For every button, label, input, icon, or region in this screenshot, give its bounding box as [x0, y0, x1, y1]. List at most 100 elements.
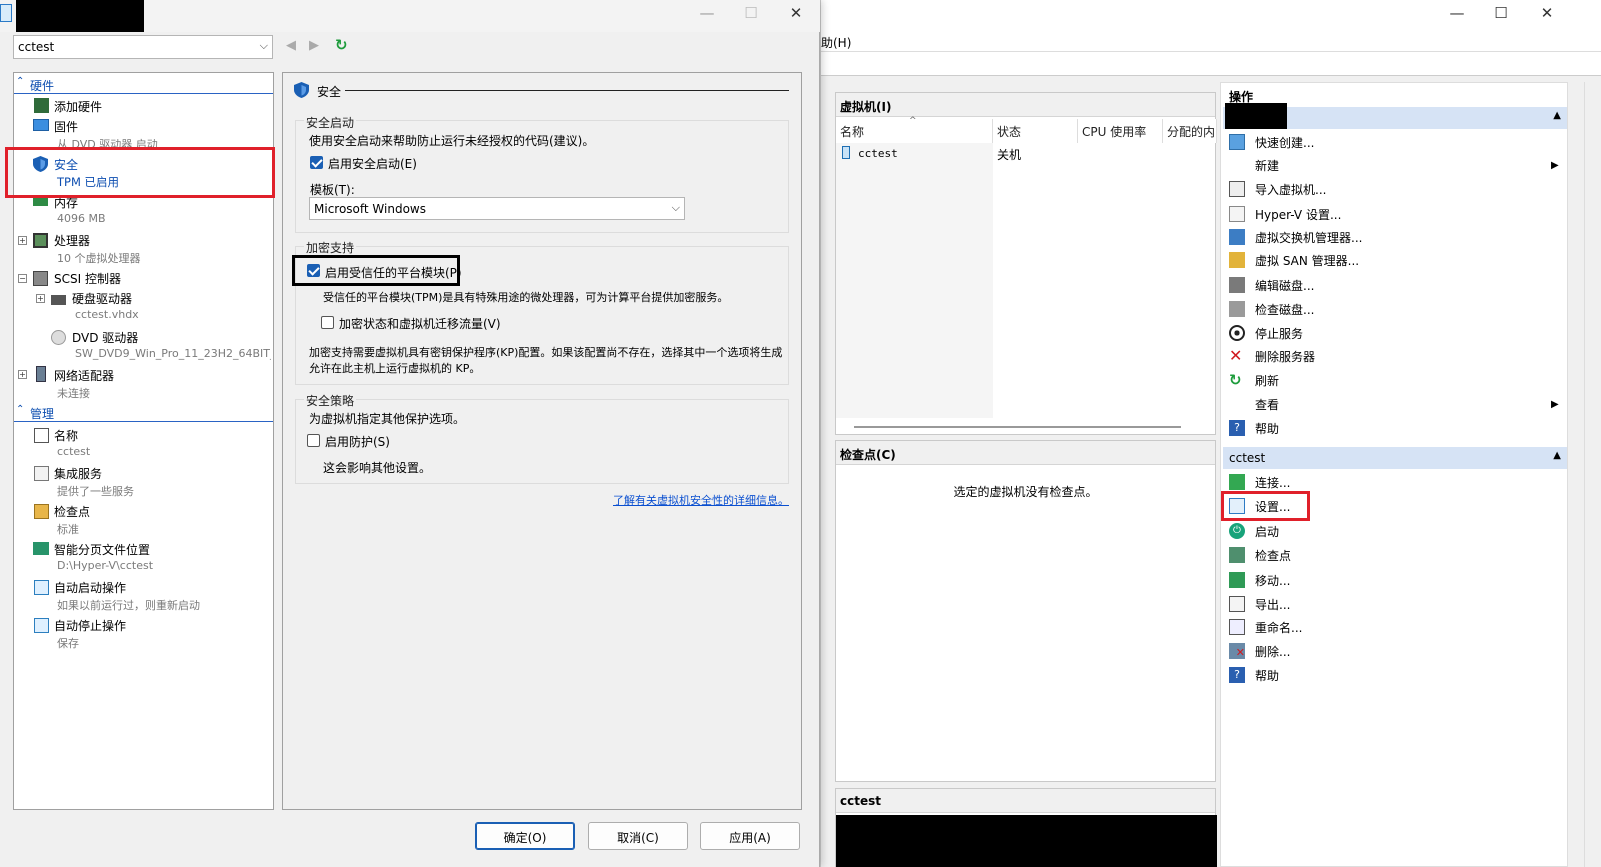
- learn-more-link[interactable]: 了解有关虚拟机安全性的详细信息。: [613, 492, 789, 508]
- move-icon: [1229, 572, 1245, 588]
- minimize-icon[interactable]: —: [1447, 4, 1467, 22]
- tree-processor[interactable]: 处理器: [54, 232, 90, 249]
- tree-dvd-drive[interactable]: DVD 驱动器: [72, 329, 138, 346]
- action-refresh[interactable]: ↻ 刷新: [1229, 369, 1569, 391]
- hardware-section[interactable]: ⌃ 硬件: [14, 76, 273, 94]
- tree-auto-stop[interactable]: 自动停止操作: [54, 617, 126, 634]
- action-export[interactable]: 导出...: [1229, 593, 1569, 615]
- h-scrollbar[interactable]: [854, 426, 1181, 428]
- tree-hard-drive[interactable]: 硬盘驱动器: [72, 290, 132, 307]
- management-section[interactable]: ⌃ 管理: [14, 404, 273, 422]
- tree-integration[interactable]: 集成服务: [54, 465, 102, 482]
- action-checkpoint[interactable]: 检查点: [1229, 544, 1569, 566]
- add-hardware-icon: [34, 98, 49, 113]
- smart-paging-icon: [33, 542, 49, 555]
- col-memory[interactable]: 分配的内: [1163, 119, 1217, 143]
- action-delete[interactable]: ✕ 删除...: [1229, 640, 1569, 662]
- manager-scrollbar[interactable]: [1584, 82, 1601, 867]
- title-redacted: [16, 0, 144, 32]
- expand-icon[interactable]: +: [36, 294, 45, 303]
- network-switch-icon: [1229, 229, 1245, 245]
- kp-desc-line1: 加密支持需要虚拟机具有密钥保护程序(KP)配置。如果该配置尚不存在，选择其中一个…: [309, 346, 783, 359]
- shielding-label[interactable]: 启用防护(S): [325, 433, 390, 450]
- expand-icon[interactable]: +: [18, 370, 27, 379]
- collapse-icon[interactable]: ▲: [1553, 450, 1561, 461]
- tree-auto-start[interactable]: 自动启动操作: [54, 579, 126, 596]
- secure-boot-checkbox[interactable]: [310, 156, 323, 169]
- tpm-desc: 受信任的平台模块(TPM)是具有特殊用途的微处理器，可为计算平台提供加密服务。: [323, 291, 729, 304]
- hard-drive-icon: [51, 295, 66, 305]
- encrypt-traffic-checkbox[interactable]: [321, 316, 334, 329]
- server-section-header[interactable]: ▲: [1223, 103, 1567, 129]
- template-select[interactable]: Microsoft Windows ⌵: [309, 197, 685, 220]
- action-remove-server[interactable]: ✕ 删除服务器: [1229, 345, 1569, 367]
- refresh-icon[interactable]: ↻: [335, 36, 348, 54]
- action-connect[interactable]: 连接...: [1229, 471, 1569, 493]
- inspect-disk-icon: [1229, 301, 1245, 317]
- name-icon: [34, 428, 49, 443]
- action-view[interactable]: 查看 ▶: [1229, 393, 1569, 415]
- expand-icon[interactable]: +: [18, 236, 27, 245]
- encrypt-traffic-label[interactable]: 加密状态和虚拟机迁移流量(V): [339, 315, 501, 332]
- action-move[interactable]: 移动...: [1229, 569, 1569, 591]
- cancel-button[interactable]: 取消(C): [588, 822, 688, 850]
- submenu-arrow-icon: ▶: [1551, 398, 1559, 410]
- help-icon: ?: [1229, 667, 1245, 683]
- tree-smart-paging[interactable]: 智能分页文件位置: [54, 541, 150, 558]
- action-help[interactable]: ? 帮助: [1229, 417, 1569, 439]
- tree-name[interactable]: 名称: [54, 427, 78, 444]
- tree-checkpoints[interactable]: 检查点: [54, 503, 90, 520]
- import-vm-icon: [1229, 181, 1245, 197]
- checkpoint-panel-title: 检查点(C): [836, 441, 1215, 465]
- dialog-titlebar: — ☐ ✕: [0, 0, 820, 32]
- action-import[interactable]: 导入虚拟机...: [1229, 178, 1569, 200]
- collapse-icon[interactable]: −: [18, 274, 27, 283]
- help-icon: ?: [1229, 420, 1245, 436]
- edit-disk-icon: [1229, 277, 1245, 293]
- action-new[interactable]: 新建 ▶: [1229, 154, 1569, 176]
- action-edit-disk[interactable]: 编辑磁盘...: [1229, 274, 1569, 296]
- maximize-icon[interactable]: ☐: [741, 4, 761, 22]
- close-icon[interactable]: ✕: [1537, 4, 1557, 22]
- ok-button[interactable]: 确定(O): [475, 822, 575, 850]
- vm-selector[interactable]: cctest ⌵: [13, 35, 273, 59]
- action-rename[interactable]: 重命名...: [1229, 616, 1569, 638]
- action-vswitch-manager[interactable]: 虚拟交换机管理器...: [1229, 226, 1569, 248]
- collapse-icon[interactable]: ▲: [1553, 110, 1561, 121]
- action-start[interactable]: ⏻ 启动: [1229, 520, 1569, 542]
- highlight-security-item: [5, 147, 275, 198]
- collapse-chevron-icon: ⌃: [16, 76, 25, 87]
- maximize-icon[interactable]: ☐: [1491, 4, 1511, 22]
- col-state[interactable]: 状态: [993, 119, 1078, 143]
- menu-help[interactable]: 助(H): [821, 34, 851, 51]
- action-help-vm[interactable]: ? 帮助: [1229, 664, 1569, 686]
- tree-scsi[interactable]: SCSI 控制器: [54, 270, 121, 287]
- action-inspect-disk[interactable]: 检查磁盘...: [1229, 298, 1569, 320]
- manager-menubar: 助(H): [821, 30, 1601, 52]
- action-hyperv-settings[interactable]: Hyper-V 设置...: [1229, 203, 1569, 225]
- connect-icon: [1229, 474, 1245, 490]
- action-vsan-manager[interactable]: 虚拟 SAN 管理器...: [1229, 249, 1569, 271]
- network-adapter-icon: [36, 366, 46, 382]
- shield-icon: [294, 82, 309, 101]
- secure-boot-label[interactable]: 启用安全启动(E): [328, 155, 417, 172]
- checkpoint-icon: [1229, 547, 1245, 563]
- table-row[interactable]: cctest 关机: [836, 143, 1216, 163]
- minimize-icon[interactable]: —: [697, 4, 717, 22]
- vm-section-header[interactable]: cctest ▲: [1223, 447, 1567, 469]
- shielding-checkbox[interactable]: [307, 434, 320, 447]
- close-icon[interactable]: ✕: [786, 4, 806, 22]
- forward-icon[interactable]: ▶: [309, 38, 319, 53]
- tree-network[interactable]: 网络适配器: [54, 367, 114, 384]
- tree-firmware[interactable]: 固件: [54, 118, 78, 135]
- template-label: 模板(T):: [310, 183, 355, 197]
- col-cpu[interactable]: CPU 使用率: [1078, 119, 1163, 143]
- chevron-down-icon: ⌵: [259, 39, 268, 52]
- back-icon[interactable]: ◀: [286, 38, 296, 53]
- apply-button[interactable]: 应用(A): [700, 822, 800, 850]
- security-settings-pane: 安全 安全启动 使用安全启动来帮助防止运行未经授权的代码(建议)。 启用安全启动…: [282, 72, 802, 810]
- action-quick-create[interactable]: 快速创建...: [1229, 131, 1569, 153]
- action-stop-service[interactable]: 停止服务: [1229, 322, 1569, 344]
- actions-pane: 操作 ▲ 快速创建... 新建 ▶ 导入虚拟机... Hyper-V 设置... …: [1220, 82, 1568, 867]
- tree-add-hardware[interactable]: 添加硬件: [54, 98, 102, 115]
